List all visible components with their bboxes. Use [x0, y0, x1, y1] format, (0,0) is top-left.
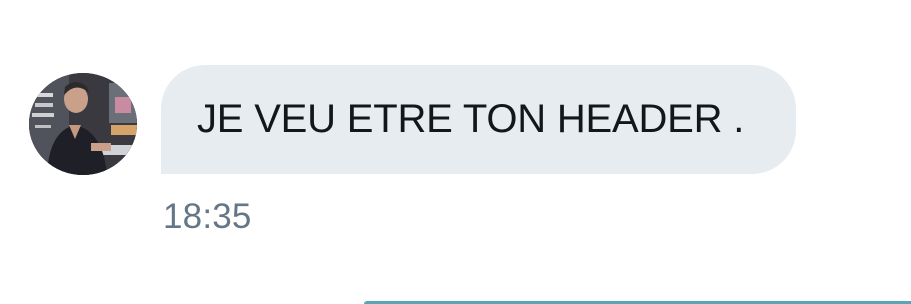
sender-avatar[interactable]	[29, 73, 137, 175]
message-bubble[interactable]: JE VEU ETRE TON HEADER .	[161, 65, 796, 174]
avatar-photo	[29, 73, 137, 175]
message-text: JE VEU ETRE TON HEADER .	[197, 97, 745, 141]
incoming-message: JE VEU ETRE TON HEADER . 18:35	[0, 0, 911, 304]
message-timestamp: 18:35	[163, 197, 252, 236]
